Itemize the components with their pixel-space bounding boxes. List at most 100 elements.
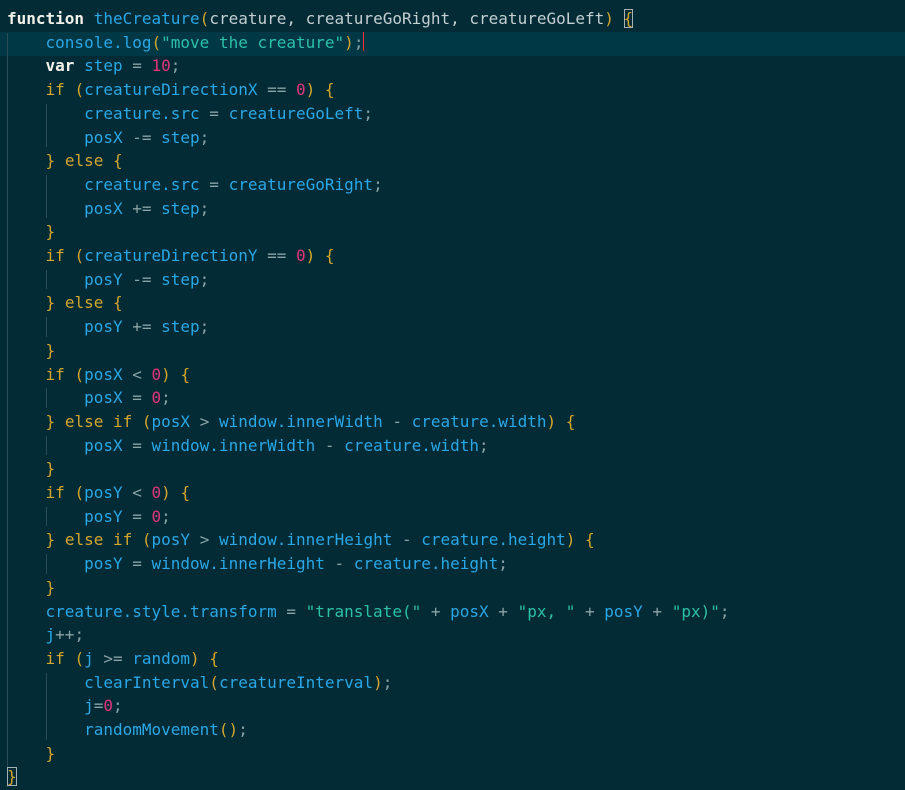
code-token: >= — [93, 648, 133, 668]
code-token: } — [45, 222, 56, 242]
code-token: ) — [373, 672, 383, 692]
code-line[interactable]: clearInterval(creatureInterval); — [7, 671, 392, 695]
code-token: "px)" — [671, 601, 720, 621]
code-token: 0 — [151, 388, 162, 408]
code-token: if — [45, 648, 65, 668]
code-line[interactable]: } else { — [7, 291, 123, 315]
code-token: } — [45, 530, 56, 550]
code-token: ; — [353, 32, 364, 52]
code-line[interactable]: creature.src = creatureGoLeft; — [7, 102, 373, 126]
code-token: 0 — [151, 506, 162, 526]
code-token: 10 — [151, 56, 171, 76]
code-line[interactable]: posY = window.innerHeight - creature.hei… — [7, 552, 508, 576]
code-token: var — [45, 56, 75, 76]
code-token: step — [161, 198, 200, 218]
code-line[interactable]: if (posX < 0) { — [7, 363, 191, 387]
code-token: ( — [74, 246, 85, 265]
code-token: creature.height — [353, 554, 499, 574]
code-line[interactable]: posX = window.innerWidth - creature.widt… — [7, 434, 489, 458]
code-token: posY — [84, 269, 123, 289]
code-line[interactable]: creature.src = creatureGoRight; — [7, 173, 383, 197]
code-token: ) — [305, 246, 316, 265]
code-token: + — [642, 601, 672, 621]
code-line[interactable]: var step = 10; — [7, 54, 181, 78]
code-token: } — [45, 411, 56, 431]
code-token: } — [45, 293, 56, 313]
code-line[interactable]: posX = 0; — [7, 386, 171, 410]
code-token: else — [64, 293, 104, 313]
code-token: else — [64, 151, 104, 171]
code-line[interactable]: } else if (posX > window.innerWidth - cr… — [7, 410, 576, 434]
code-line[interactable]: posY += step; — [7, 315, 209, 339]
code-token: ; — [199, 269, 210, 289]
code-token: randomMovement — [84, 720, 219, 739]
code-token: function — [7, 9, 85, 28]
code-line[interactable]: j=0; — [7, 694, 123, 718]
code-token: ) — [565, 530, 576, 550]
code-token: creature.height — [421, 530, 566, 550]
code-token: = — [122, 388, 152, 408]
code-line[interactable]: creature.style.transform = "translate(" … — [7, 600, 730, 624]
code-line[interactable]: } — [7, 742, 56, 766]
code-token: { — [112, 293, 123, 313]
code-token: } — [45, 151, 56, 171]
code-token: < — [122, 364, 152, 384]
code-token: ; — [74, 625, 85, 645]
code-token: { — [112, 151, 123, 171]
code-token: == — [257, 80, 296, 100]
code-token: posX — [450, 601, 489, 621]
code-line[interactable]: } else { — [7, 149, 123, 173]
code-token: ) — [161, 483, 171, 502]
code-line[interactable]: function theCreature(creature, creatureG… — [7, 7, 634, 31]
code-line[interactable]: } — [7, 457, 56, 481]
code-line[interactable]: if (creatureDirectionY == 0) { — [7, 244, 335, 268]
code-editor[interactable]: function theCreature(creature, creatureG… — [0, 0, 905, 790]
code-token: ; — [161, 506, 171, 526]
code-token: creature, creatureGoRight, creatureGoLef… — [209, 9, 605, 28]
code-line[interactable]: posX -= step; — [7, 126, 209, 150]
code-token: posX — [84, 127, 123, 147]
code-token: < — [122, 483, 152, 502]
code-line[interactable]: if (posY < 0) { — [7, 481, 191, 505]
code-line[interactable]: } — [7, 339, 56, 363]
code-token: ; — [170, 56, 181, 76]
code-token: = — [199, 174, 229, 194]
code-line[interactable]: posX += step; — [7, 197, 209, 221]
code-token: ( — [141, 411, 152, 431]
code-line[interactable]: } — [7, 765, 17, 789]
code-line[interactable]: if (j >= random) { — [7, 647, 219, 671]
code-line[interactable]: console.log("move the creature"); — [7, 31, 365, 55]
code-token: ) — [305, 80, 316, 100]
code-token: posX — [84, 388, 123, 408]
code-token: creatureDirectionX — [84, 80, 258, 100]
code-line[interactable]: randomMovement(); — [7, 718, 248, 742]
code-token: if — [45, 483, 65, 502]
code-line[interactable]: posY -= step; — [7, 268, 209, 292]
code-line[interactable]: if (creatureDirectionX == 0) { — [7, 78, 335, 102]
code-token: j — [84, 648, 94, 668]
code-line[interactable]: } else if (posY > window.innerHeight - c… — [7, 528, 595, 552]
code-token: ) — [161, 364, 171, 384]
code-token: ) — [604, 9, 624, 28]
code-line[interactable]: } — [7, 220, 56, 244]
code-token: ; — [382, 672, 393, 692]
code-line[interactable]: } — [7, 576, 56, 600]
code-line[interactable]: j++; — [7, 623, 85, 647]
code-line[interactable]: posY = 0; — [7, 505, 171, 529]
